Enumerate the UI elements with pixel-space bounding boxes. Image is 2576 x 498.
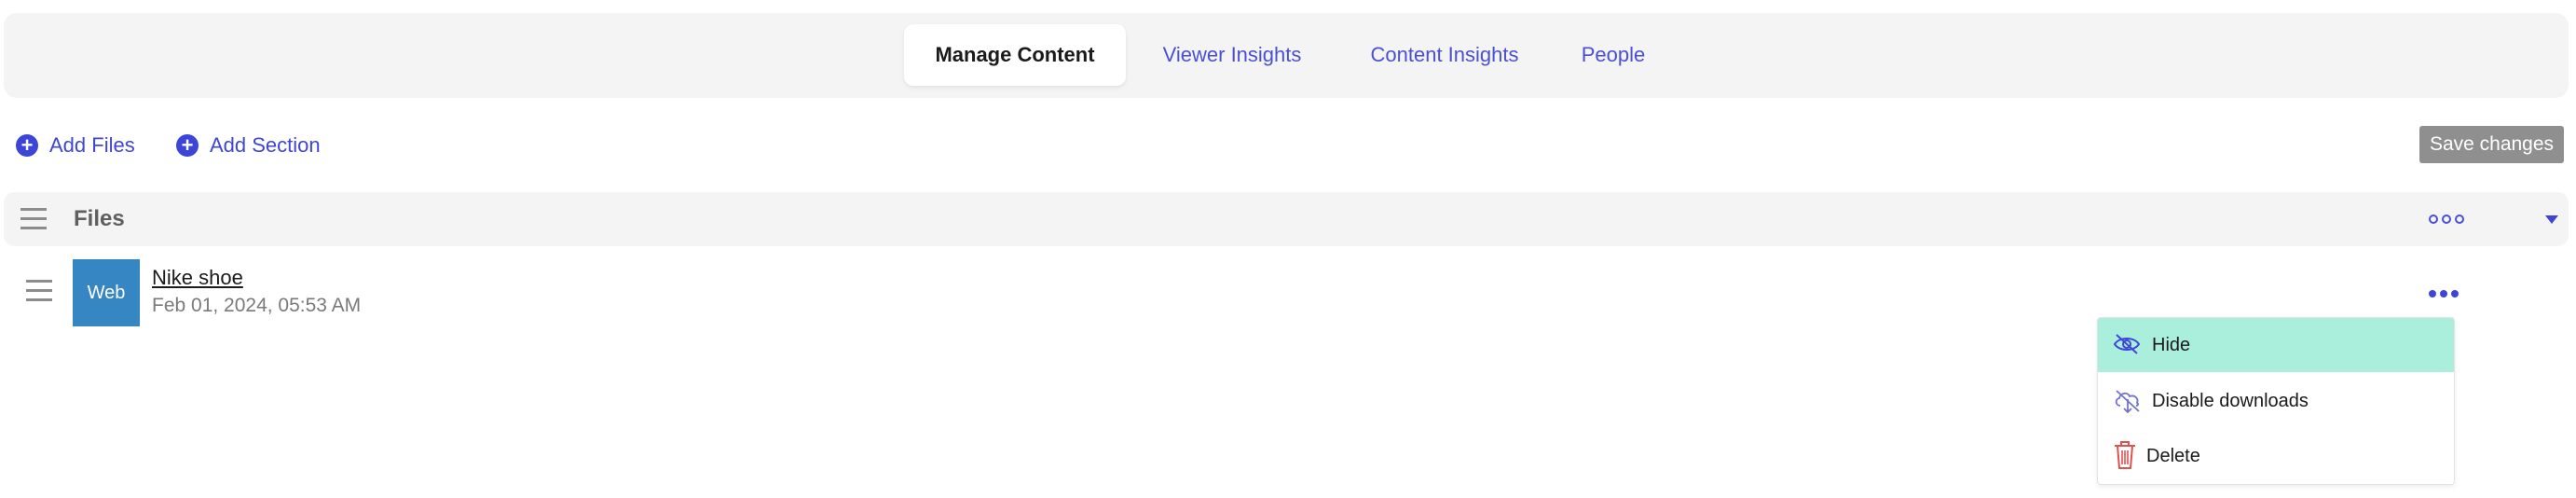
drag-handle-icon[interactable] — [26, 280, 52, 308]
menu-label-disable-downloads: Disable downloads — [2152, 390, 2309, 411]
tab-viewer-insights[interactable]: Viewer Insights — [1148, 24, 1316, 86]
trash-icon — [2113, 440, 2137, 476]
eye-slash-icon — [2113, 331, 2141, 363]
tab-content-insights[interactable]: Content Insights — [1361, 24, 1528, 86]
add-section-button[interactable]: + Add Section — [176, 127, 321, 164]
file-date: Feb 01, 2024, 05:53 AM — [152, 295, 362, 316]
file-thumbnail[interactable]: Web — [73, 259, 140, 326]
menu-item-delete[interactable]: Delete — [2098, 429, 2454, 483]
add-files-label: Add Files — [49, 133, 135, 157]
tab-manage-content[interactable]: Manage Content — [904, 24, 1126, 86]
file-context-menu: Hide Disable downloads Delete — [2097, 317, 2455, 485]
drag-handle-icon[interactable] — [21, 208, 47, 236]
section-title: Files — [74, 206, 125, 231]
add-files-button[interactable]: + Add Files — [16, 127, 135, 164]
tab-people[interactable]: People — [1571, 24, 1655, 86]
add-section-label: Add Section — [210, 133, 321, 157]
save-changes-button[interactable]: Save changes — [2419, 126, 2564, 163]
menu-label-delete: Delete — [2146, 445, 2200, 466]
section-header: Files — [4, 192, 2569, 246]
cloud-download-off-icon — [2113, 387, 2143, 421]
file-name-link[interactable]: Nike shoe — [152, 266, 243, 290]
menu-item-hide[interactable]: Hide — [2098, 318, 2454, 372]
menu-item-disable-downloads[interactable]: Disable downloads — [2098, 374, 2454, 428]
section-more-icon[interactable] — [2429, 214, 2464, 224]
plus-circle-icon: + — [176, 134, 199, 157]
menu-label-hide: Hide — [2152, 334, 2191, 355]
plus-circle-icon: + — [16, 134, 38, 157]
tab-bar: Manage Content Viewer Insights Content I… — [4, 13, 2569, 98]
file-more-icon[interactable] — [2429, 290, 2459, 297]
caret-down-icon[interactable] — [2545, 215, 2558, 224]
